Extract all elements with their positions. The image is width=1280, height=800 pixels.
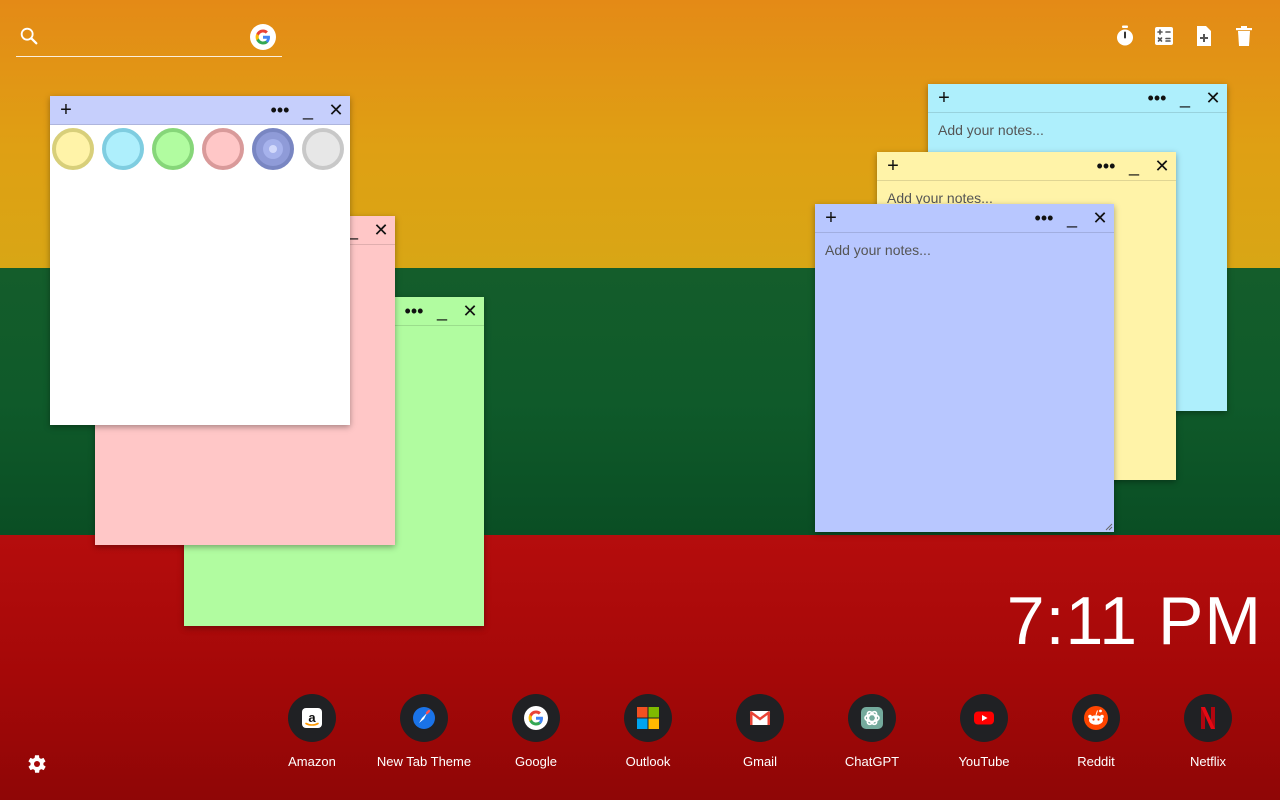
- outlook-icon: [624, 694, 672, 742]
- shortcut-label: Amazon: [288, 754, 336, 769]
- resize-handle[interactable]: [1105, 523, 1113, 531]
- shortcut-amazon[interactable]: a Amazon: [257, 694, 367, 769]
- shortcut-chatgpt[interactable]: ChatGPT: [817, 694, 927, 769]
- shortcut-label: Google: [515, 754, 557, 769]
- chatgpt-icon: [848, 694, 896, 742]
- color-swatch-cyan[interactable]: [102, 128, 144, 170]
- clock: 7:11 PM: [1006, 583, 1262, 659]
- google-icon[interactable]: [250, 24, 276, 50]
- minimize-button[interactable]: _: [1060, 204, 1084, 232]
- google-icon: [512, 694, 560, 742]
- gear-icon[interactable]: [24, 752, 48, 776]
- note-text[interactable]: Add your notes...: [825, 242, 931, 258]
- timer-icon[interactable]: [1113, 24, 1137, 48]
- close-button[interactable]: ✕: [1201, 84, 1225, 112]
- note-header: + ••• _ ✕: [50, 96, 350, 125]
- close-button[interactable]: ✕: [324, 96, 348, 124]
- shortcut-reddit[interactable]: Reddit: [1041, 694, 1151, 769]
- search-icon[interactable]: [18, 25, 40, 47]
- close-button[interactable]: ✕: [1150, 152, 1174, 180]
- minimize-button[interactable]: _: [430, 297, 454, 325]
- shortcut-label: ChatGPT: [844, 754, 900, 769]
- more-options-button[interactable]: •••: [268, 96, 292, 124]
- calculator-icon[interactable]: [1152, 24, 1176, 48]
- svg-text:a: a: [308, 710, 316, 725]
- add-note-button[interactable]: +: [54, 96, 78, 124]
- close-button[interactable]: ✕: [1088, 204, 1112, 232]
- more-options-button[interactable]: •••: [1032, 204, 1056, 232]
- minimize-button[interactable]: _: [1173, 84, 1197, 112]
- gmail-icon: [736, 694, 784, 742]
- sticky-note-blue[interactable]: + ••• _ ✕ Add your notes...: [815, 204, 1114, 532]
- shortcut-label: Gmail: [743, 754, 777, 769]
- shortcut-gmail[interactable]: Gmail: [705, 694, 815, 769]
- color-swatch-pink[interactable]: [202, 128, 244, 170]
- add-note-button[interactable]: +: [881, 152, 905, 180]
- shortcut-label: YouTube: [958, 754, 1010, 769]
- color-swatch-blue[interactable]: [252, 128, 294, 170]
- note-header: + ••• _ ✕: [815, 204, 1114, 233]
- shortcut-netflix[interactable]: Netflix: [1153, 694, 1263, 769]
- add-note-icon[interactable]: [1192, 24, 1216, 48]
- note-text[interactable]: Add your notes...: [938, 122, 1044, 138]
- shortcut-new-tab-theme[interactable]: New Tab Theme: [369, 694, 479, 769]
- shortcut-google[interactable]: Google: [481, 694, 591, 769]
- color-swatch-green[interactable]: [152, 128, 194, 170]
- add-note-button[interactable]: +: [819, 204, 843, 232]
- shortcut-outlook[interactable]: Outlook: [593, 694, 703, 769]
- shortcut-label: Outlook: [625, 754, 671, 769]
- netflix-icon: [1184, 694, 1232, 742]
- search-bar: [16, 20, 282, 57]
- search-input[interactable]: [50, 26, 254, 50]
- more-options-button[interactable]: •••: [1094, 152, 1118, 180]
- shortcut-youtube[interactable]: YouTube: [929, 694, 1039, 769]
- add-note-button[interactable]: +: [932, 84, 956, 112]
- minimize-button[interactable]: _: [296, 96, 320, 124]
- shortcut-label: New Tab Theme: [376, 754, 472, 769]
- new-tab-theme-icon: [400, 694, 448, 742]
- shortcut-label: Netflix: [1189, 754, 1227, 769]
- note-header: + ••• _ ✕: [877, 152, 1176, 181]
- reddit-icon: [1072, 694, 1120, 742]
- amazon-icon: a: [288, 694, 336, 742]
- color-swatch-gray[interactable]: [302, 128, 344, 170]
- note-header: + ••• _ ✕: [928, 84, 1227, 113]
- minimize-button[interactable]: _: [1122, 152, 1146, 180]
- shortcut-label: Reddit: [1077, 754, 1115, 769]
- close-button[interactable]: ✕: [458, 297, 482, 325]
- sticky-note-white[interactable]: + ••• _ ✕: [50, 96, 350, 425]
- selected-dot: [269, 145, 277, 153]
- color-swatch-yellow[interactable]: [52, 128, 94, 170]
- close-button[interactable]: ✕: [369, 216, 393, 244]
- trash-icon[interactable]: [1232, 24, 1256, 48]
- color-palette: [50, 124, 350, 174]
- youtube-icon: [960, 694, 1008, 742]
- more-options-button[interactable]: •••: [402, 297, 426, 325]
- more-options-button[interactable]: •••: [1145, 84, 1169, 112]
